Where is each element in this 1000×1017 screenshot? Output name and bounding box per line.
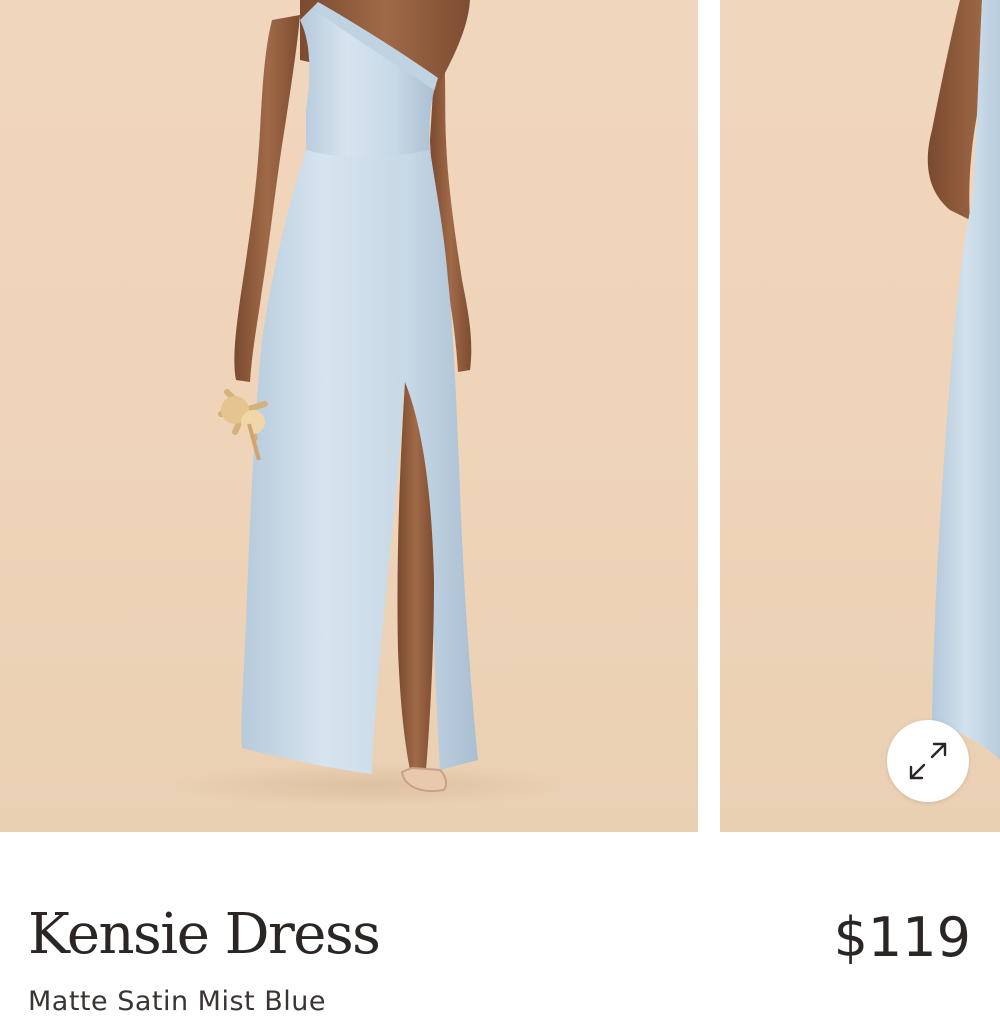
gallery-image-side[interactable] [720,0,1000,832]
product-image-gallery[interactable] [0,0,1000,832]
expand-arrows-icon [909,742,947,780]
gallery-image-front[interactable] [0,0,698,832]
product-color-name: Matte Satin Mist Blue [28,986,326,1017]
product-price: $119 [833,906,971,969]
dress-photo-side [927,0,1000,760]
expand-gallery-button[interactable] [887,720,969,802]
dress-photo-front [170,0,570,807]
product-title: Kensie Dress [28,902,381,967]
